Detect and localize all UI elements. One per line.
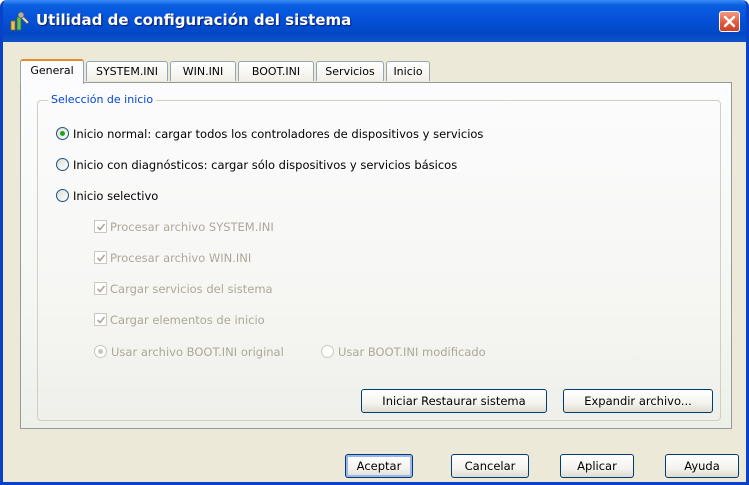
close-icon	[723, 15, 736, 28]
checkmark-icon	[96, 254, 106, 262]
checkbox[interactable]	[94, 220, 107, 233]
checkbox-label: Procesar archivo WIN.INI	[110, 251, 252, 265]
radio-boot-original[interactable]: Usar archivo BOOT.INI original	[94, 345, 284, 359]
tab-panel-general: Selección de inicio Inicio normal: carga…	[20, 82, 732, 429]
checkbox-startup-items[interactable]: Cargar elementos de inicio	[94, 313, 265, 327]
tab-servicios[interactable]: Servicios	[316, 61, 384, 81]
tab-general[interactable]: General	[20, 59, 84, 84]
cancel-button[interactable]: Cancelar	[451, 454, 529, 478]
tab-win-ini[interactable]: WIN.INI	[170, 61, 236, 81]
checkbox[interactable]	[94, 282, 107, 295]
checkbox[interactable]	[94, 251, 107, 264]
radio-diagnostic-startup[interactable]: Inicio con diagnósticos: cargar sólo dis…	[56, 158, 457, 172]
radio-button-selected[interactable]	[94, 345, 107, 358]
radio-label: Inicio selectivo	[73, 189, 159, 203]
checkmark-icon	[96, 285, 106, 293]
radio-button[interactable]	[56, 158, 69, 171]
radio-label: Inicio normal: cargar todos los controla…	[73, 127, 484, 141]
title-bar[interactable]: Utilidad de configuración del sistema	[3, 0, 746, 42]
radio-boot-modified[interactable]: Usar BOOT.INI modificado	[321, 345, 486, 359]
window-title: Utilidad de configuración del sistema	[36, 11, 352, 29]
checkmark-icon	[96, 316, 106, 324]
checkmark-icon	[96, 223, 106, 231]
checkbox-label: Procesar archivo SYSTEM.INI	[110, 220, 274, 234]
ok-button[interactable]: Aceptar	[345, 454, 413, 478]
checkbox-system-services[interactable]: Cargar servicios del sistema	[94, 282, 273, 296]
help-button[interactable]: Ayuda	[665, 454, 739, 478]
tab-inicio[interactable]: Inicio	[386, 61, 430, 81]
dialog-window: Utilidad de configuración del sistema Ge…	[0, 0, 749, 485]
radio-selective-startup[interactable]: Inicio selectivo	[56, 189, 158, 203]
checkbox-win-ini[interactable]: Procesar archivo WIN.INI	[94, 251, 251, 265]
tab-boot-ini[interactable]: BOOT.INI	[238, 61, 314, 81]
apply-button[interactable]: Aplicar	[560, 454, 634, 478]
checkbox-system-ini[interactable]: Procesar archivo SYSTEM.INI	[94, 220, 274, 234]
msconfig-tools-icon	[9, 11, 31, 31]
group-title: Selección de inicio	[48, 93, 157, 106]
radio-button[interactable]	[321, 345, 334, 358]
radio-label: Usar BOOT.INI modificado	[338, 345, 486, 359]
close-button[interactable]	[719, 11, 740, 32]
tab-system-ini[interactable]: SYSTEM.INI	[86, 61, 168, 81]
radio-button[interactable]	[56, 189, 69, 202]
expand-file-button[interactable]: Expandir archivo...	[563, 389, 713, 413]
checkbox-label: Cargar elementos de inicio	[110, 313, 265, 327]
restore-system-button[interactable]: Iniciar Restaurar sistema	[361, 389, 547, 413]
radio-label: Usar archivo BOOT.INI original	[111, 345, 284, 359]
radio-label: Inicio con diagnósticos: cargar sólo dis…	[73, 158, 458, 172]
radio-normal-startup[interactable]: Inicio normal: cargar todos los controla…	[56, 127, 483, 141]
checkbox[interactable]	[94, 313, 107, 326]
radio-button-selected[interactable]	[56, 127, 69, 140]
checkbox-label: Cargar servicios del sistema	[110, 282, 273, 296]
